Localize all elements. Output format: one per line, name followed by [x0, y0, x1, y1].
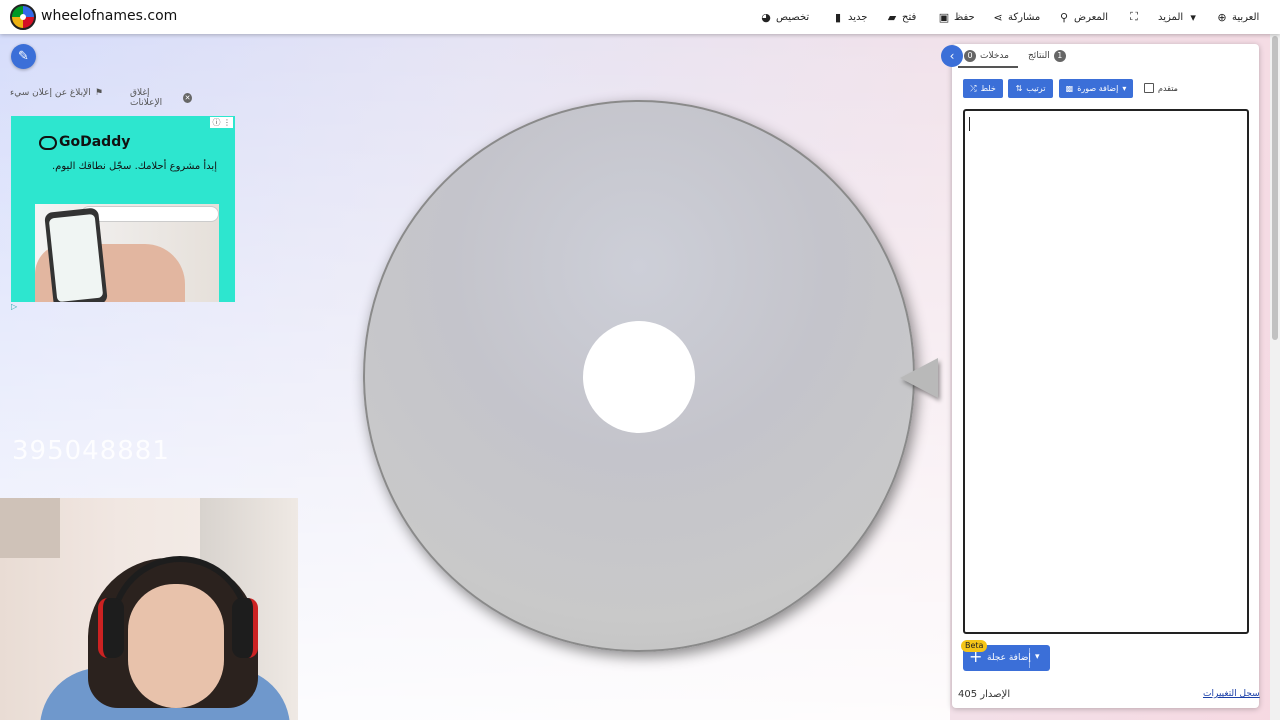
new-label: جديد	[848, 11, 868, 23]
godaddy-logo-icon	[39, 136, 57, 150]
close-ads-label: إغلاق الإعلانات	[130, 88, 163, 108]
folder-open-icon: ▰	[887, 10, 897, 24]
add-image-label: إضافة صورة	[1077, 84, 1119, 93]
edit-pencil-button[interactable]: ✎	[11, 44, 36, 69]
shuffle-icon: ⤮	[970, 83, 977, 93]
active-tab-indicator	[958, 66, 1018, 68]
fullscreen-button[interactable]: ⛶	[1128, 0, 1140, 34]
sort-icon: ⇅	[1015, 84, 1023, 93]
globe-icon: ⊕	[1217, 10, 1227, 24]
file-icon: ▮	[834, 10, 842, 24]
button-divider	[1029, 648, 1030, 668]
pencil-icon: ✎	[18, 49, 29, 64]
more-label: المزيد	[1158, 11, 1184, 23]
palette-icon: ◕	[761, 10, 771, 24]
flag-icon: ⚑	[94, 88, 103, 98]
scrollbar-thumb[interactable]	[1272, 36, 1278, 340]
ad-phone-graphic	[44, 207, 108, 302]
sort-label: ترتيب	[1026, 84, 1046, 93]
version-label: الإصدار 405	[958, 689, 1011, 700]
share-icon: ⋖	[993, 10, 1003, 24]
collapse-panel-button[interactable]: ‹	[941, 45, 963, 67]
floppy-disk-icon: ▣	[938, 10, 950, 24]
save-label: حفظ	[954, 11, 975, 23]
headphones-right-cup	[232, 598, 258, 658]
open-label: فتح	[902, 11, 917, 23]
close-ads-link[interactable]: إغلاق الإعلانات ✕	[130, 88, 192, 108]
advanced-toggle[interactable]: متقدم	[1144, 83, 1178, 93]
entries-textarea[interactable]	[963, 109, 1249, 634]
webcam-background-shelf	[0, 498, 60, 558]
ad-info-icon[interactable]: ⓘ ⋮	[210, 117, 233, 128]
advanced-checkbox[interactable]	[1144, 83, 1154, 93]
customize-button[interactable]: ◕ تخصيص	[760, 0, 809, 34]
tab-entries-label: مدخلات	[980, 51, 1009, 61]
results-count-badge: 1	[1053, 50, 1066, 62]
customize-label: تخصيص	[776, 11, 810, 23]
gallery-label: المعرض	[1074, 11, 1109, 23]
shuffle-button[interactable]: ⤮ خلط	[963, 79, 1003, 98]
advanced-label: متقدم	[1158, 83, 1178, 93]
webcam-overlay	[0, 498, 298, 720]
save-button[interactable]: ▣ حفظ	[938, 0, 975, 34]
share-button[interactable]: ⋖ مشاركة	[992, 0, 1040, 34]
add-wheel-label: إضافة عجلة	[987, 653, 1031, 663]
site-logo[interactable]	[10, 4, 36, 30]
share-label: مشاركة	[1008, 11, 1041, 23]
shuffle-label: خلط	[980, 84, 996, 93]
language-label: العربية	[1232, 11, 1260, 23]
top-navigation-bar: wheelofnames.com ◕ تخصيص ▮ جديد ▰ فتح ▣ …	[0, 0, 1280, 34]
page-scrollbar[interactable]	[1270, 34, 1280, 720]
advertisement-banner[interactable]: ⓘ ⋮ GoDaddy إبدأ مشروع أحلامك. سجّل نطاق…	[11, 116, 235, 302]
gallery-button[interactable]: ⚲ المعرض	[1058, 0, 1108, 34]
entries-count-badge: 0	[964, 50, 976, 62]
language-selector[interactable]: ⊕ العربية	[1216, 0, 1259, 34]
add-image-button[interactable]: ▩ إضافة صورة ▾	[1059, 79, 1133, 98]
open-button[interactable]: ▰ فتح	[886, 0, 917, 34]
beta-badge: Beta	[961, 640, 988, 652]
ad-brand: GoDaddy	[59, 134, 131, 150]
report-ad-link[interactable]: الإبلاغ عن إعلان سيء ⚑	[10, 88, 103, 98]
tab-entries[interactable]: 0 مدخلات	[964, 46, 1009, 66]
changelog-link[interactable]: سجل التغييرات	[1203, 689, 1260, 699]
ad-choices-icon[interactable]: ▷	[11, 302, 17, 311]
chevron-down-icon[interactable]: ▾	[1035, 652, 1040, 662]
image-icon: ▩	[1065, 84, 1074, 93]
close-icon: ✕	[183, 93, 192, 103]
headphones-left-cup	[98, 598, 124, 658]
wheel-center-hub[interactable]	[583, 321, 695, 433]
expand-icon: ⛶	[1130, 10, 1138, 23]
tab-results[interactable]: النتائج 1	[1028, 46, 1066, 66]
report-ad-label: الإبلاغ عن إعلان سيء	[10, 88, 91, 98]
tab-results-label: النتائج	[1028, 51, 1050, 61]
caret-down-icon: ▾	[1122, 84, 1127, 93]
more-menu-button[interactable]: المزيد ▾	[1158, 0, 1199, 34]
overlay-number: 395048881	[12, 436, 170, 466]
ad-controls: الإبلاغ عن إعلان سيء ⚑ إغلاق الإعلانات ✕	[10, 88, 192, 108]
wheel-pointer-arrow	[900, 358, 938, 398]
search-icon: ⚲	[1059, 10, 1069, 24]
new-button[interactable]: ▮ جديد	[832, 0, 868, 34]
sort-button[interactable]: ⇅ ترتيب	[1008, 79, 1053, 98]
ad-tagline: إبدأ مشروع أحلامك. سجّل نطاقك اليوم.	[52, 161, 217, 172]
text-cursor	[969, 117, 970, 131]
chevron-left-icon: ‹	[949, 49, 955, 63]
site-name[interactable]: wheelofnames.com	[41, 8, 177, 24]
caret-down-icon: ▾	[1190, 10, 1196, 24]
ad-searchbar-graphic	[81, 206, 219, 222]
